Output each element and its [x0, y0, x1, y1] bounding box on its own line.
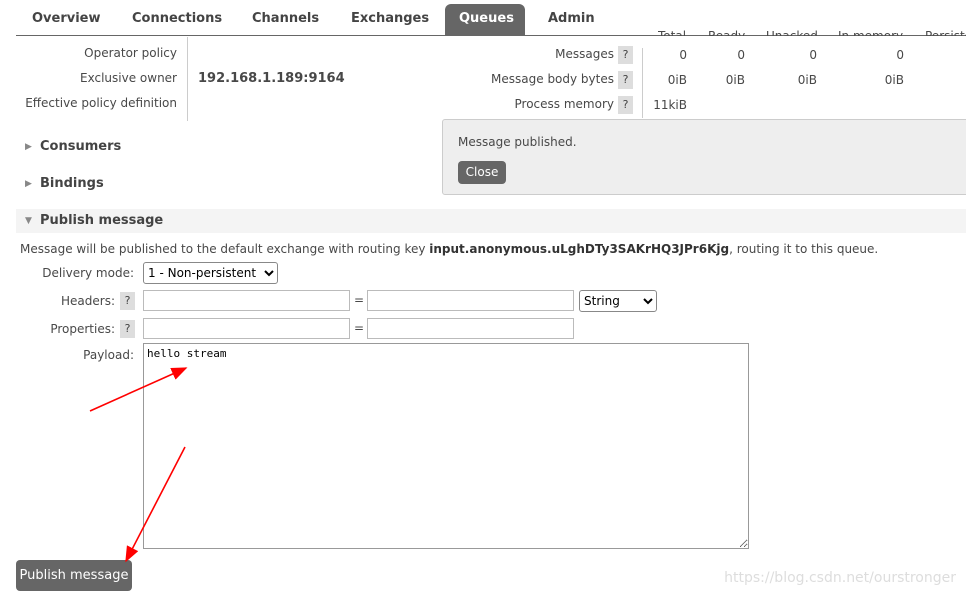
- arrow-to-payload: [89, 367, 188, 412]
- watermark: https://blog.csdn.net/ourstronger: [724, 570, 956, 586]
- annotation-arrows: [89, 367, 188, 563]
- arrow-to-publish-button: [125, 446, 186, 563]
